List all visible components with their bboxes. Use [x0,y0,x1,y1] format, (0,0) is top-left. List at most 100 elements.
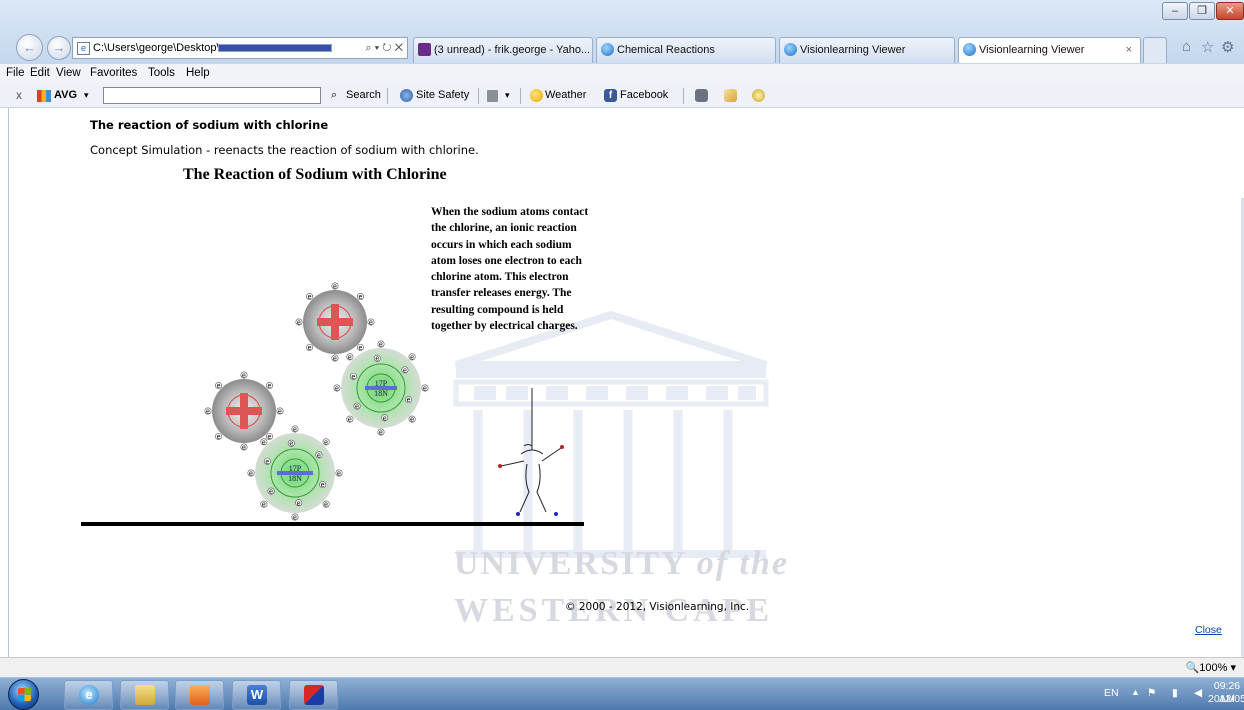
taskbar: e W EN ▲ ⚑ ▮ ◀ 09:26 AM 2012/05/04 [0,677,1244,710]
media-player-icon [190,685,210,705]
find-icon[interactable] [752,89,765,102]
electron-label: e [217,434,221,441]
tab-label: (3 unread) - frik.george - Yaho... [434,44,591,56]
forward-button[interactable]: → [47,36,71,60]
trash-icon[interactable] [487,90,498,102]
electron-label: e [293,427,297,434]
electron-label: e [423,386,427,393]
close-link[interactable]: Close [1195,624,1222,636]
electron-label: e [333,356,337,363]
clock-date[interactable]: 2012/05/04 [1208,693,1244,705]
toolbar-divider [683,88,684,104]
menu-favorites[interactable]: Favorites [90,64,137,83]
electron-label: e [289,441,293,448]
chevron-down-icon[interactable]: ▾ [505,83,510,108]
electron-label: e [379,342,383,349]
page-content: UNIVERSITY of the WESTERN CAPE The react… [8,108,1244,658]
start-button[interactable] [8,679,39,710]
electron-label: e [324,439,328,446]
electron-label: e [308,294,312,301]
electron-label: e [359,345,363,352]
back-button[interactable]: ← [16,34,43,61]
avg-logo-icon [37,90,51,102]
electron-label: e [355,404,359,411]
electron-label: e [268,383,272,390]
electron-label: e [379,430,383,437]
facebook-button[interactable]: Facebook [620,83,668,108]
sodium-atom-top [303,290,367,354]
notepad-icon[interactable] [724,89,737,102]
toolbar-close-icon[interactable]: x [16,83,22,108]
electron-label: e [262,439,266,446]
electron-label: e [348,417,352,424]
floor-line [81,522,584,526]
tab-visionlearning-viewer-active[interactable]: Visionlearning Viewer × [958,37,1141,63]
calculator-icon[interactable] [695,89,708,102]
tab-label: Visionlearning Viewer [800,44,906,56]
minimize-button[interactable]: – [1162,2,1188,20]
address-bar[interactable]: e C:\Users\george\Desktop\ ⌕ ▾ ↻ ✕ [72,37,408,59]
action-center-flag-icon[interactable]: ⚑ [1147,687,1156,699]
network-icon[interactable]: ▮ [1172,687,1178,699]
search-icon[interactable]: ⌕ [331,83,337,108]
chlorine-atom-right: 17P 18N [341,348,421,428]
avg-label[interactable]: AVG [54,83,77,108]
page-icon: e [77,41,90,55]
toolbar-search-input[interactable] [103,87,321,104]
weather-button[interactable]: Weather [545,83,586,108]
copyright-footer: © 2000 - 2012, Visionlearning, Inc. [565,601,750,613]
chlorine-protons-label: 17P [289,464,302,473]
taskbar-internet-explorer[interactable]: e [64,680,113,710]
electron-label: e [410,417,414,424]
toolbar-divider [520,88,521,104]
show-hidden-icons-icon[interactable]: ▲ [1131,687,1140,697]
page-description: Concept Simulation - reenacts the reacti… [90,143,479,157]
new-tab-button[interactable] [1143,37,1167,63]
menu-file[interactable]: File [6,64,25,83]
electron-label: e [324,502,328,509]
taskbar-file-explorer[interactable] [120,680,169,710]
title-bar: – ❐ ✕ ← → e C:\Users\george\Desktop\ ⌕ ▾ … [0,0,1244,64]
toolbar-divider [478,88,479,104]
language-indicator[interactable]: EN [1104,687,1119,699]
volume-icon[interactable]: ◀ [1194,687,1202,699]
tab-close-icon[interactable]: × [1126,38,1132,62]
maximize-button[interactable]: ❐ [1189,2,1215,20]
favorites-star-icon[interactable]: ☆ [1201,38,1214,56]
address-controls[interactable]: ⌕ ▾ ↻ ✕ [365,38,403,58]
electron-label: e [321,482,325,489]
sodium-atom-left [212,379,276,443]
menu-edit[interactable]: Edit [30,64,50,83]
electron-label: e [348,354,352,361]
chlorine-atom-bottom: 17P 18N [255,433,335,513]
taskbar-word[interactable]: W [232,680,281,710]
toolbar-divider [387,88,388,104]
chevron-down-icon[interactable]: ▾ [84,83,89,108]
electron-label: e [335,386,339,393]
weather-icon [530,89,543,102]
menu-help[interactable]: Help [186,64,210,83]
tab-visionlearning-viewer[interactable]: Visionlearning Viewer [779,37,955,63]
tab-chemical-reactions[interactable]: Chemical Reactions [596,37,776,63]
search-button[interactable]: Search [346,83,381,108]
zoom-level[interactable]: 🔍100% ▾ [1186,658,1236,678]
taskbar-media-player[interactable] [175,680,224,710]
electron-label: e [297,500,301,507]
tab-yahoo-mail[interactable]: (3 unread) - frik.george - Yaho... [413,37,593,63]
simulation-canvas[interactable]: 17P 18N 17P 18N eeeeeeeeeeeeeeee eeeeeeee… [69,268,629,538]
stick-figure [498,388,564,516]
taskbar-app[interactable] [289,680,338,710]
menu-view[interactable]: View [56,64,81,83]
electron-label: e [297,320,301,327]
tab-label: Visionlearning Viewer [979,44,1085,56]
menu-tools[interactable]: Tools [148,64,175,83]
site-safety-button[interactable]: Site Safety [416,83,469,108]
close-window-button[interactable]: ✕ [1216,2,1244,20]
system-tray: EN ▲ ⚑ ▮ ◀ 09:26 AM 2012/05/04 [1044,678,1244,710]
electron-label: e [410,354,414,361]
electron-label: e [242,373,246,380]
electron-label: e [308,345,312,352]
home-icon[interactable]: ⌂ [1182,38,1191,55]
electron-label: e [268,434,272,441]
gear-icon[interactable]: ⚙ [1221,38,1234,56]
